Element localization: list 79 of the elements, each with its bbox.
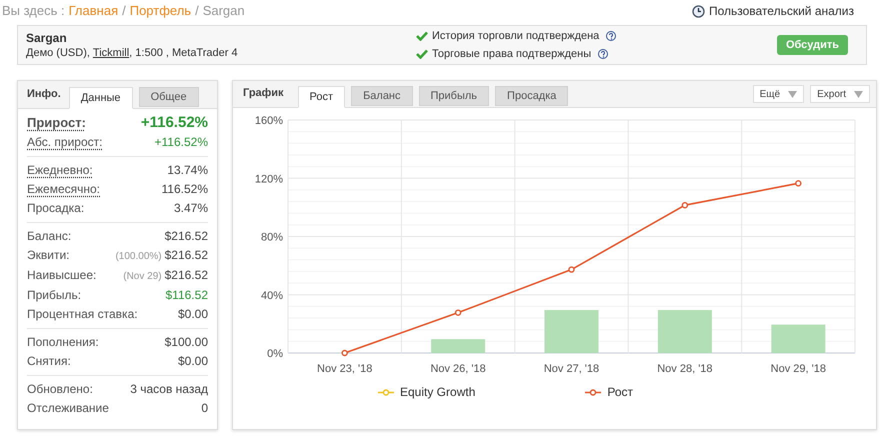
help-icon[interactable] xyxy=(598,49,608,60)
stat-label: Обновлено: xyxy=(27,381,93,398)
legend-marker-icon xyxy=(378,388,394,396)
custom-analysis-link[interactable]: Пользовательский анализ xyxy=(708,2,854,20)
axis-label: 80% xyxy=(260,232,283,244)
account-details: Демо (USD), xyxy=(26,46,90,60)
stat-label: Прибыль: xyxy=(27,287,82,304)
stat-label: Ежедневно: xyxy=(27,162,93,179)
stat-value: $116.52 xyxy=(166,287,208,304)
dropdown-button[interactable]: Ещё xyxy=(752,85,804,103)
point xyxy=(682,202,688,208)
stat-label: Просадка: xyxy=(27,200,84,217)
axis-label: Nov 26, '18 xyxy=(430,363,486,375)
stat-value: $216.52 xyxy=(164,228,208,245)
axis-label: 160% xyxy=(254,115,283,127)
stat-value: $216.52 xyxy=(164,247,208,264)
stat-value: $0.00 xyxy=(178,353,208,370)
axis-label: Nov 23, '18 xyxy=(317,363,372,375)
verification-label: История торговли подтверждена xyxy=(432,28,600,44)
stat-value: 13.74% xyxy=(167,162,208,179)
point xyxy=(795,180,802,187)
stat-label: Процентная ставка: xyxy=(27,306,138,323)
help-icon[interactable] xyxy=(606,30,616,41)
stat-label: Эквити: xyxy=(27,247,70,264)
account-name: Sargan xyxy=(26,30,68,46)
panel-title: Инфо. xyxy=(27,86,61,102)
tab[interactable]: Рост xyxy=(298,86,346,108)
caret-icon xyxy=(854,90,863,98)
stat-label: Абс. прирост: xyxy=(27,134,102,151)
stat-note: (100.00%) xyxy=(115,250,162,264)
bar xyxy=(771,324,826,353)
stat-label: Пополнения: xyxy=(27,334,99,351)
stat-value: $100.00 xyxy=(164,334,208,351)
stat-label: Прирост: xyxy=(27,114,86,132)
stat-value: 0 xyxy=(201,400,208,417)
axis-label: Nov 29, '18 xyxy=(770,363,826,375)
stat-label: Снятия: xyxy=(27,353,71,370)
clock-icon xyxy=(692,4,705,18)
breadcrumb-separator: / xyxy=(195,2,199,20)
tab[interactable]: Просадка xyxy=(495,86,568,106)
point xyxy=(568,266,575,273)
stat-value: $216.52 xyxy=(164,267,208,284)
bar xyxy=(658,310,712,353)
bar xyxy=(544,310,598,353)
verification-label: Торговые права подтверждены xyxy=(432,47,592,62)
stat-value: $0.00 xyxy=(178,306,208,323)
caret-icon xyxy=(788,90,798,98)
axis-label: Nov 28, '18 xyxy=(657,363,713,375)
panel-title: График xyxy=(243,86,284,100)
axis-label: 120% xyxy=(254,173,283,186)
tab[interactable]: Прибыль xyxy=(418,86,490,106)
breadcrumb-label: Вы здесь : xyxy=(2,2,65,20)
legend-label[interactable]: Equity Growth xyxy=(400,383,476,401)
stat-value: 116.52% xyxy=(162,181,208,198)
axis-label: 40% xyxy=(260,290,283,302)
stat-label: Отслеживание xyxy=(27,400,109,417)
breadcrumb-current: Sargan xyxy=(202,2,245,20)
tab[interactable]: Баланс xyxy=(351,86,413,106)
point xyxy=(454,309,462,316)
stat-label: Баланс: xyxy=(27,228,72,245)
legend-label[interactable]: Рост xyxy=(607,383,634,401)
stat-value: +116.52% xyxy=(154,134,208,151)
stat-label: Наивысшее: xyxy=(27,267,96,284)
legend-marker-icon xyxy=(585,388,602,396)
account-details: , 1:500 , MetaTrader 4 xyxy=(129,46,238,60)
point xyxy=(342,350,348,356)
tab[interactable]: Данные xyxy=(68,87,133,109)
breadcrumb-separator: / xyxy=(122,2,126,20)
stat-label: Ежемесячно: xyxy=(27,181,100,198)
stat-value: 3.47% xyxy=(174,200,208,217)
broker-link[interactable]: Tickmill xyxy=(92,46,130,60)
axis-label: 0% xyxy=(267,348,283,360)
stat-value: +116.52% xyxy=(140,113,208,133)
stat-value: 3 часов назад xyxy=(130,381,208,398)
axis-label: Nov 27, '18 xyxy=(544,363,600,375)
dropdown-button[interactable]: Export xyxy=(810,85,870,103)
tab[interactable]: Общее xyxy=(138,87,199,107)
stat-note: (Nov 29) xyxy=(123,270,162,284)
bar xyxy=(431,339,486,353)
